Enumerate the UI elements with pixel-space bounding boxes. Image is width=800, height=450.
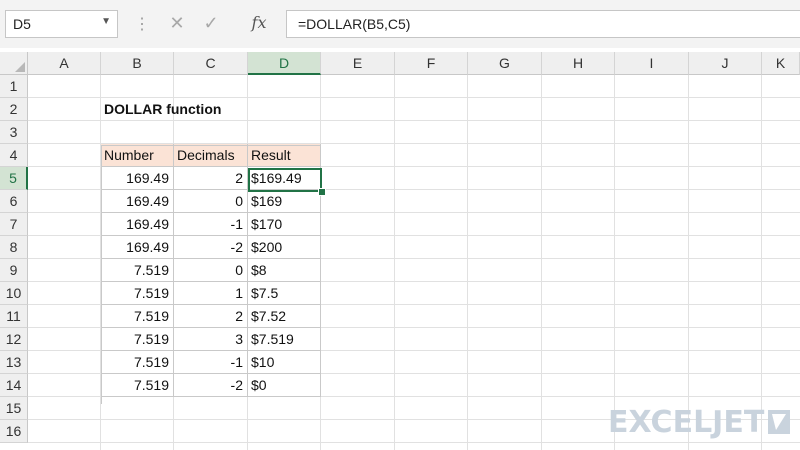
row-header-14[interactable]: 14 bbox=[0, 374, 28, 397]
name-box[interactable]: D5 ▼ bbox=[5, 10, 118, 38]
result-cell[interactable]: $7.5 bbox=[248, 282, 321, 305]
chevron-down-icon[interactable]: ▼ bbox=[101, 16, 111, 27]
number-cell[interactable]: 169.49 bbox=[101, 236, 174, 259]
column-header-j[interactable]: J bbox=[689, 52, 762, 75]
column-header-b[interactable]: B bbox=[101, 52, 174, 75]
row-header-2[interactable]: 2 bbox=[0, 98, 28, 121]
decimals-cell[interactable]: 2 bbox=[174, 305, 248, 328]
select-all-button[interactable] bbox=[0, 52, 28, 75]
confirm-icon[interactable]: ✓ bbox=[200, 12, 222, 34]
table-header-cell[interactable]: Result bbox=[248, 144, 321, 167]
row-header-5[interactable]: 5 bbox=[0, 167, 28, 190]
result-cell[interactable]: $170 bbox=[248, 213, 321, 236]
column-header-a[interactable]: A bbox=[28, 52, 101, 75]
insert-function-icon[interactable]: fx bbox=[248, 12, 270, 34]
result-cell[interactable]: $8 bbox=[248, 259, 321, 282]
decimals-cell[interactable]: -1 bbox=[174, 213, 248, 236]
fill-handle[interactable] bbox=[318, 188, 326, 196]
exceljet-logo: EXCELJET bbox=[608, 402, 791, 442]
grid-vline bbox=[761, 75, 762, 450]
result-cell[interactable]: $169 bbox=[248, 190, 321, 213]
row-header-3[interactable]: 3 bbox=[0, 121, 28, 144]
result-cell[interactable]: $7.519 bbox=[248, 328, 321, 351]
result-cell[interactable]: $200 bbox=[248, 236, 321, 259]
decimals-cell[interactable]: 1 bbox=[174, 282, 248, 305]
decimals-cell[interactable]: -2 bbox=[174, 236, 248, 259]
decimals-cell[interactable]: -1 bbox=[174, 351, 248, 374]
result-cell[interactable]: $0 bbox=[248, 374, 321, 397]
table-header-cell[interactable]: Number bbox=[101, 144, 174, 167]
decimals-cell[interactable]: -2 bbox=[174, 374, 248, 397]
column-header-h[interactable]: H bbox=[542, 52, 615, 75]
formula-bar: D5 ▼ ⋮ ✕ ✓ fx =DOLLAR(B5,C5) bbox=[0, 0, 800, 48]
row-header-4[interactable]: 4 bbox=[0, 144, 28, 167]
column-header-c[interactable]: C bbox=[174, 52, 248, 75]
grid-vline bbox=[614, 75, 615, 450]
row-header-16[interactable]: 16 bbox=[0, 420, 28, 443]
row-header-15[interactable]: 15 bbox=[0, 397, 28, 420]
formula-input[interactable]: =DOLLAR(B5,C5) bbox=[286, 10, 800, 38]
grid-vline bbox=[688, 75, 689, 450]
row-header-12[interactable]: 12 bbox=[0, 328, 28, 351]
row-header-10[interactable]: 10 bbox=[0, 282, 28, 305]
grid-hline bbox=[28, 442, 800, 443]
result-cell[interactable]: $7.52 bbox=[248, 305, 321, 328]
column-header-i[interactable]: I bbox=[615, 52, 689, 75]
column-header-e[interactable]: E bbox=[321, 52, 395, 75]
column-header-f[interactable]: F bbox=[395, 52, 468, 75]
cancel-icon[interactable]: ✕ bbox=[166, 12, 188, 34]
number-cell[interactable]: 7.519 bbox=[101, 328, 174, 351]
decimals-cell[interactable]: 3 bbox=[174, 328, 248, 351]
row-header-6[interactable]: 6 bbox=[0, 190, 28, 213]
table-header-cell[interactable]: Decimals bbox=[174, 144, 248, 167]
column-header-d[interactable]: D bbox=[248, 52, 321, 75]
row-header-8[interactable]: 8 bbox=[0, 236, 28, 259]
row-header-7[interactable]: 7 bbox=[0, 213, 28, 236]
row-header-11[interactable]: 11 bbox=[0, 305, 28, 328]
table-border-top bbox=[101, 145, 321, 146]
select-all-triangle-icon bbox=[15, 62, 25, 72]
number-cell[interactable]: 7.519 bbox=[101, 305, 174, 328]
column-header-g[interactable]: G bbox=[468, 52, 542, 75]
table-border-left bbox=[101, 145, 102, 404]
decimals-cell[interactable]: 2 bbox=[174, 167, 248, 190]
more-options-icon: ⋮ bbox=[134, 16, 150, 33]
grid-vline bbox=[541, 75, 542, 450]
logo-mark-icon bbox=[768, 410, 791, 434]
sheet-title[interactable]: DOLLAR function bbox=[104, 98, 221, 121]
grid-vline bbox=[394, 75, 395, 450]
column-header-k[interactable]: K bbox=[762, 52, 800, 75]
active-cell-selection[interactable] bbox=[248, 168, 322, 192]
formula-text: =DOLLAR(B5,C5) bbox=[298, 16, 411, 32]
number-cell[interactable]: 7.519 bbox=[101, 351, 174, 374]
number-cell[interactable]: 169.49 bbox=[101, 167, 174, 190]
row-header-1[interactable]: 1 bbox=[0, 75, 28, 98]
number-cell[interactable]: 169.49 bbox=[101, 213, 174, 236]
row-header-13[interactable]: 13 bbox=[0, 351, 28, 374]
number-cell[interactable]: 7.519 bbox=[101, 259, 174, 282]
decimals-cell[interactable]: 0 bbox=[174, 259, 248, 282]
number-cell[interactable]: 169.49 bbox=[101, 190, 174, 213]
name-box-value: D5 bbox=[13, 16, 31, 32]
row-header-9[interactable]: 9 bbox=[0, 259, 28, 282]
result-cell[interactable]: $10 bbox=[248, 351, 321, 374]
decimals-cell[interactable]: 0 bbox=[174, 190, 248, 213]
logo-text: EXCELJET bbox=[608, 404, 765, 440]
number-cell[interactable]: 7.519 bbox=[101, 282, 174, 305]
grid-vline bbox=[467, 75, 468, 450]
number-cell[interactable]: 7.519 bbox=[101, 374, 174, 397]
